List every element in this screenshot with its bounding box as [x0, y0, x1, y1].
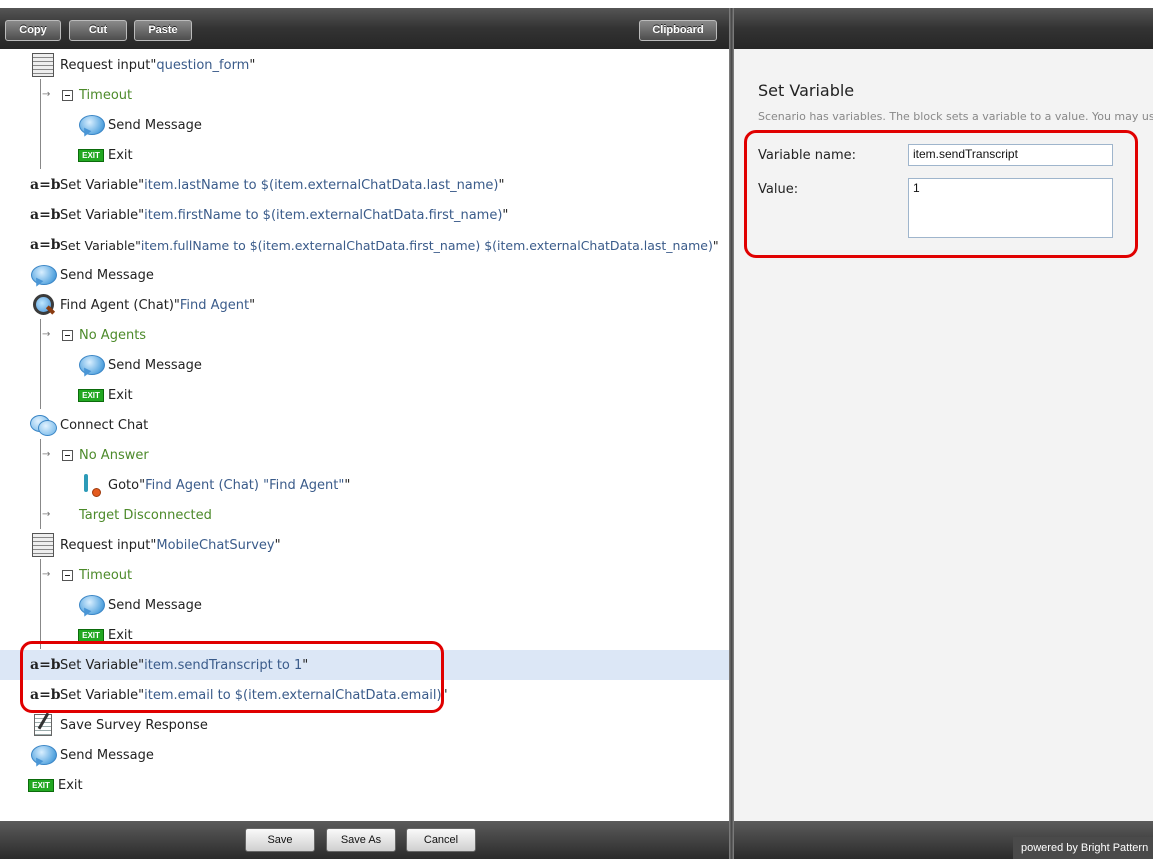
block-type: Request input	[60, 537, 151, 553]
tree-row-branch-no-agents[interactable]: No Agents	[0, 320, 729, 350]
tree-row-send-message[interactable]: Send Message	[0, 740, 729, 770]
block-type: Send Message	[108, 117, 202, 133]
quote: "	[274, 537, 281, 553]
properties-panel: Set Variable Scenario has variables. The…	[734, 49, 1153, 821]
cancel-button[interactable]: Cancel	[406, 828, 476, 852]
block-type: Save Survey Response	[60, 717, 208, 733]
cut-button[interactable]: Cut	[69, 20, 127, 41]
block-type: Send Message	[60, 267, 154, 283]
left-toolbar: Copy Cut Paste Clipboard	[0, 8, 729, 49]
form-icon	[30, 532, 56, 558]
form-icon	[30, 52, 56, 78]
tree-row-exit[interactable]: EXIT Exit	[0, 770, 729, 800]
tree-row-set-variable[interactable]: a=b Set Variable " item.fullName to $(ite…	[0, 230, 729, 260]
block-type: Set Variable	[60, 207, 139, 223]
chat-bubbles-icon	[30, 412, 57, 438]
tree-row-branch-timeout[interactable]: Timeout	[0, 80, 729, 110]
exit-icon: EXIT	[28, 778, 54, 792]
tree-row-connect-chat[interactable]: Connect Chat	[0, 410, 729, 440]
block-type: Exit	[58, 777, 83, 793]
branch-label: No Agents	[79, 327, 147, 343]
left-footer: Save Save As Cancel	[0, 821, 729, 859]
collapse-icon[interactable]	[62, 89, 73, 101]
exit-icon: EXIT	[78, 388, 104, 402]
tree-row-branch-target-disconnected[interactable]: Target Disconnected	[0, 500, 729, 530]
assign-icon: a=b	[30, 207, 61, 223]
tree-row-branch-timeout[interactable]: Timeout	[0, 560, 729, 590]
block-type: Set Variable	[60, 177, 139, 193]
block-title: question_form	[156, 57, 250, 73]
exit-icon: EXIT	[78, 628, 104, 642]
scenario-tree: → → → → → Request input " question_form " …	[0, 49, 729, 821]
tree-row-exit[interactable]: EXIT Exit	[0, 380, 729, 410]
assign-icon: a=b	[30, 237, 61, 253]
tree-row-goto[interactable]: Goto " Find Agent (Chat) "Find Agent" "	[0, 470, 729, 500]
tree-row-set-variable[interactable]: a=b Set Variable " item.firstName to $(it…	[0, 200, 729, 230]
survey-note-icon	[30, 712, 56, 738]
branch-label: Timeout	[79, 87, 133, 103]
block-type: Set Variable	[60, 237, 136, 253]
tree-row-send-message[interactable]: Send Message	[0, 590, 729, 620]
exit-icon: EXIT	[78, 148, 104, 162]
quote: "	[502, 207, 509, 223]
powered-by-label: powered by Bright Pattern	[1013, 837, 1153, 859]
branch-label: No Answer	[79, 447, 149, 463]
panel-description: Scenario has variables. The block sets a…	[758, 110, 1153, 123]
tree-row-save-survey-response[interactable]: Save Survey Response	[0, 710, 729, 740]
save-as-button[interactable]: Save As	[326, 828, 396, 852]
quote: "	[249, 297, 256, 313]
quote: "	[249, 57, 256, 73]
quote: "	[498, 177, 505, 193]
right-toolbar	[734, 8, 1153, 49]
tree-row-send-message[interactable]: Send Message	[0, 110, 729, 140]
block-title: item.firstName to $(item.externalChatDat…	[144, 207, 503, 223]
speech-bubble-icon	[30, 262, 57, 288]
collapse-icon[interactable]	[62, 449, 73, 461]
block-type: Goto	[108, 477, 140, 493]
block-title: item.fullName to $(item.externalChatData…	[140, 237, 713, 253]
tree-row-branch-no-answer[interactable]: No Answer	[0, 440, 729, 470]
collapse-icon[interactable]	[62, 569, 73, 581]
block-type: Connect Chat	[60, 417, 149, 433]
tree-row-send-message[interactable]: Send Message	[0, 350, 729, 380]
copy-button[interactable]: Copy	[5, 20, 61, 41]
tree-row-request-input[interactable]: Request input " MobileChatSurvey "	[0, 530, 729, 560]
block-title: MobileChatSurvey	[156, 537, 275, 553]
panel-title: Set Variable	[758, 81, 855, 100]
assign-icon: a=b	[30, 177, 61, 193]
highlight-annotation	[20, 641, 444, 713]
block-title: Find Agent	[179, 297, 250, 313]
block-type: Find Agent (Chat)	[60, 297, 174, 313]
block-type: Send Message	[108, 597, 202, 613]
branch-label: Target Disconnected	[79, 507, 212, 523]
save-button[interactable]: Save	[245, 828, 315, 852]
block-type: Send Message	[60, 747, 154, 763]
tree-row-exit[interactable]: EXIT Exit	[0, 140, 729, 170]
block-title: item.lastName to $(item.externalChatData…	[144, 177, 499, 193]
speech-bubble-icon	[30, 742, 57, 768]
speech-bubble-icon	[78, 592, 105, 618]
tree-row-set-variable[interactable]: a=b Set Variable " item.lastName to $(ite…	[0, 170, 729, 200]
block-title: Find Agent (Chat) "Find Agent"	[145, 477, 345, 493]
highlight-annotation	[744, 130, 1138, 258]
clipboard-button[interactable]: Clipboard	[639, 20, 717, 41]
quote: "	[344, 477, 351, 493]
magnifier-icon	[30, 292, 56, 318]
speech-bubble-icon	[78, 112, 105, 138]
tree-row-request-input[interactable]: Request input " question_form "	[0, 50, 729, 80]
collapse-icon[interactable]	[62, 329, 73, 341]
block-type: Send Message	[108, 357, 202, 373]
tree-row-send-message[interactable]: Send Message	[0, 260, 729, 290]
goto-icon	[78, 472, 104, 498]
branch-label: Timeout	[79, 567, 133, 583]
speech-bubble-icon	[78, 352, 105, 378]
quote: "	[712, 237, 719, 253]
block-type: Exit	[108, 147, 133, 163]
block-type: Request input	[60, 57, 151, 73]
tree-row-find-agent[interactable]: Find Agent (Chat) " Find Agent "	[0, 290, 729, 320]
block-type: Exit	[108, 387, 133, 403]
paste-button[interactable]: Paste	[134, 20, 192, 41]
